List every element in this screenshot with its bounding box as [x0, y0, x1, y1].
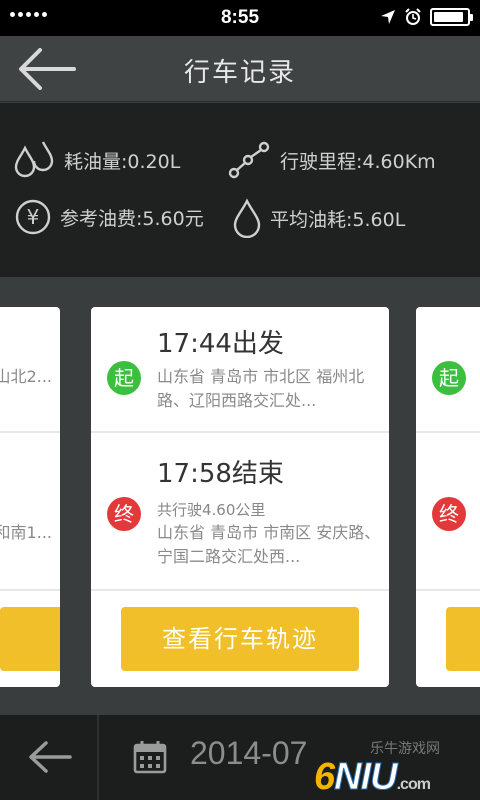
calendar-icon[interactable]	[132, 739, 168, 775]
stat-fuel: 耗油量:0.20L	[12, 140, 180, 180]
trip-start-time: 17:44出发	[157, 329, 284, 359]
watermark-number: 6	[314, 756, 335, 798]
divider	[97, 715, 99, 800]
view-track-button[interactable]	[0, 607, 60, 671]
start-badge: 起	[432, 361, 466, 395]
trip-card-next[interactable]: 起 终	[416, 307, 480, 687]
trip-end-segment: 终 17:58结束 共行驶4.60公里 山东省 青岛市 市南区 安庆路、宁国二路…	[91, 431, 389, 589]
trip-distance: 共行驶4.60公里	[157, 501, 266, 519]
yen-coin-icon: ¥	[15, 199, 51, 235]
stat-average: 平均油耗:5.60L	[232, 198, 405, 238]
stat-fuel-text: 耗油量:0.20L	[64, 150, 181, 173]
end-badge: 终	[432, 497, 466, 531]
fuel-drops-icon	[14, 141, 54, 178]
view-track-button[interactable]	[446, 607, 480, 671]
trip-card[interactable]: 起 17:44出发 山东省 青岛市 市北区 福州北路、辽阳西路交汇处... 终 …	[91, 307, 389, 687]
trip-end-segment: 区 同和南1...	[0, 431, 60, 589]
trip-start-segment: 起	[416, 307, 480, 431]
watermark-word: NIU	[334, 756, 398, 799]
stat-cost-text: 参考油费:5.60元	[60, 207, 204, 230]
trip-card-footer	[416, 589, 480, 687]
watermark-brand: 6NIU.com	[314, 756, 431, 799]
svg-text:¥: ¥	[27, 205, 40, 229]
watermark-suffix: .com	[396, 776, 431, 793]
page-title: 行车记录	[183, 58, 296, 88]
trip-end-address: 区 同和南1...	[0, 523, 52, 542]
nav-bar: 行车记录	[0, 36, 480, 102]
stat-distance-text: 行驶里程:4.60Km	[280, 150, 436, 173]
alarm-icon	[405, 8, 421, 25]
watermark-logo: 乐牛游戏网 6NIU.com	[310, 722, 480, 799]
trip-card-footer	[0, 589, 60, 687]
stat-average-text: 平均油耗:5.60L	[270, 208, 406, 231]
trip-summary: 耗油量:0.20L 行驶里程:4.60Km ¥ 参考油费:5.60元 平均油耗:…	[0, 103, 480, 277]
trip-card-footer: 查看行车轨迹	[91, 589, 389, 687]
trip-end-address: 山东省 青岛市 市南区 安庆路、宁国二路交汇处西...	[157, 523, 381, 566]
trip-end-time: 17:58结束	[157, 459, 284, 489]
trip-start-address: 区 福山北2...	[0, 367, 52, 386]
selected-date[interactable]: 2014-07	[190, 735, 307, 772]
stat-distance: 行驶里程:4.60Km	[228, 140, 436, 180]
trip-start-segment: 区 福山北2...	[0, 307, 60, 431]
status-icons	[380, 8, 473, 26]
end-badge: 终	[107, 497, 141, 531]
view-track-button[interactable]: 查看行车轨迹	[121, 607, 359, 671]
trip-start-segment: 起 17:44出发 山东省 青岛市 市北区 福州北路、辽阳西路交汇处...	[91, 307, 389, 431]
start-badge: 起	[107, 361, 141, 395]
back-arrow-icon	[29, 741, 72, 773]
trip-end-segment: 终	[416, 431, 480, 589]
stat-cost: ¥ 参考油费:5.60元	[14, 198, 204, 236]
route-icon	[228, 141, 270, 179]
previous-month-button[interactable]	[26, 735, 74, 779]
trip-carousel[interactable]: 区 福山北2... 区 同和南1... 起 17:44出发 山东省 青岛市 市北…	[0, 277, 480, 715]
watermark-text: 乐牛游戏网	[370, 741, 440, 757]
fuel-drop-icon	[233, 198, 261, 238]
trip-card-previous[interactable]: 区 福山北2... 区 同和南1...	[0, 307, 60, 687]
trip-start-address: 山东省 青岛市 市北区 福州北路、辽阳西路交汇处...	[157, 367, 365, 410]
status-bar: 8:55	[0, 0, 480, 36]
location-arrow-icon	[381, 10, 395, 24]
battery-icon	[430, 8, 473, 26]
